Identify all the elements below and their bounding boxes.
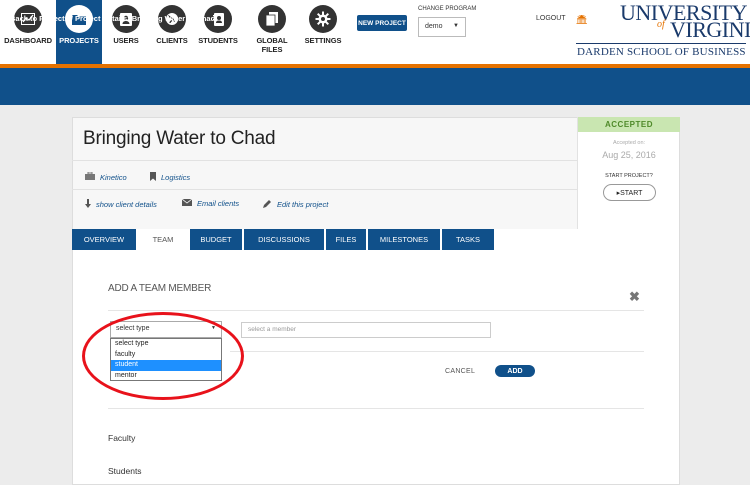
- tab-overview[interactable]: OVERVIEW: [72, 229, 136, 250]
- accepted-on-label: Accepted on:: [612, 140, 646, 146]
- envelope-icon: [181, 198, 193, 208]
- divider: [72, 160, 577, 161]
- breadcrumb-bar: [0, 68, 750, 105]
- start-project-label: START PROJECT?: [605, 173, 653, 179]
- school-wordmark: DARDEN SCHOOL OF BUSINESS: [577, 46, 746, 58]
- program-select-value: demo: [425, 23, 443, 30]
- category-link[interactable]: Logistics: [150, 172, 190, 183]
- divider: [72, 189, 577, 190]
- edit-project-link[interactable]: Edit this project: [263, 199, 328, 210]
- tab-milestones[interactable]: MILESTONES: [368, 229, 440, 250]
- nav-label: DASHBOARD: [4, 36, 52, 45]
- status-badge: ACCEPTED: [578, 117, 680, 132]
- add-button[interactable]: ADD: [495, 365, 535, 377]
- gear-icon: [309, 5, 337, 33]
- tab-budget[interactable]: BUDGET: [190, 229, 242, 250]
- accepted-date: Aug 25, 2016: [602, 150, 656, 160]
- client-link[interactable]: Kinetico: [85, 171, 127, 182]
- virginia-wordmark: VIRGINIA: [670, 17, 750, 42]
- breadcrumb[interactable]: Back to Projects / Project Details: Brin…: [10, 14, 215, 23]
- nav-users[interactable]: USERS: [106, 0, 146, 64]
- nav-clients[interactable]: CLIENTS: [152, 0, 192, 64]
- caret-down-icon: ▼: [453, 23, 459, 29]
- bookmark-icon: [150, 172, 156, 183]
- nav-label: PROJECTS: [59, 36, 99, 45]
- nav-label: SETTINGS: [304, 36, 342, 45]
- logout-link[interactable]: LOGOUT: [536, 15, 566, 22]
- close-icon[interactable]: ✖: [629, 289, 640, 305]
- briefcase-icon: [85, 171, 95, 182]
- arrow-down-icon: [85, 199, 91, 210]
- show-client-details-label: show client details: [96, 200, 157, 209]
- rotunda-logo-icon: [576, 15, 587, 24]
- add-team-member-title: ADD A TEAM MEMBER: [108, 283, 212, 294]
- nav-label: GLOBAL FILES: [256, 36, 288, 54]
- files-icon: [258, 5, 286, 33]
- tab-team[interactable]: TEAM: [138, 229, 188, 250]
- new-project-button[interactable]: NEW PROJECT: [357, 15, 407, 31]
- highlight-annotation: [82, 312, 244, 400]
- divider: [108, 408, 644, 409]
- nav-students[interactable]: STUDENTS: [198, 0, 238, 64]
- change-program-label: CHANGE PROGRAM: [418, 6, 477, 12]
- nav-label: STUDENTS: [198, 36, 238, 45]
- divider: [230, 351, 644, 352]
- client-name: Kinetico: [100, 172, 127, 182]
- divider: [108, 310, 644, 311]
- email-clients-link[interactable]: Email clients: [181, 198, 240, 208]
- tab-tasks[interactable]: TASKS: [442, 229, 494, 250]
- pencil-icon: [263, 199, 272, 210]
- tab-files[interactable]: FILES: [326, 229, 366, 250]
- faculty-section-label: Faculty: [108, 433, 136, 443]
- nav-label: CLIENTS: [156, 36, 188, 45]
- email-clients-label: Email clients: [197, 199, 240, 208]
- edit-project-label: Edit this project: [277, 200, 329, 209]
- tab-discussions[interactable]: DISCUSSIONS: [244, 229, 324, 250]
- category-name: Logistics: [161, 173, 191, 182]
- program-select[interactable]: demo ▼: [418, 17, 466, 37]
- cancel-button[interactable]: CANCEL: [445, 368, 475, 375]
- nav-dashboard[interactable]: DASHBOARD: [0, 0, 56, 64]
- university-of-wordmark: of: [657, 19, 665, 30]
- page-title: Bringing Water to Chad: [83, 128, 276, 149]
- start-button[interactable]: ▸START: [603, 184, 656, 201]
- logo-divider: [576, 43, 746, 44]
- nav-projects[interactable]: PROJECTS: [56, 0, 102, 64]
- show-client-details-link[interactable]: show client details: [85, 199, 157, 210]
- students-section-label: Students: [108, 466, 142, 476]
- member-search-input[interactable]: select a member: [241, 322, 491, 338]
- nav-settings[interactable]: SETTINGS: [304, 0, 342, 64]
- nav-global-files[interactable]: GLOBAL FILES: [248, 0, 296, 64]
- nav-label: USERS: [113, 36, 139, 45]
